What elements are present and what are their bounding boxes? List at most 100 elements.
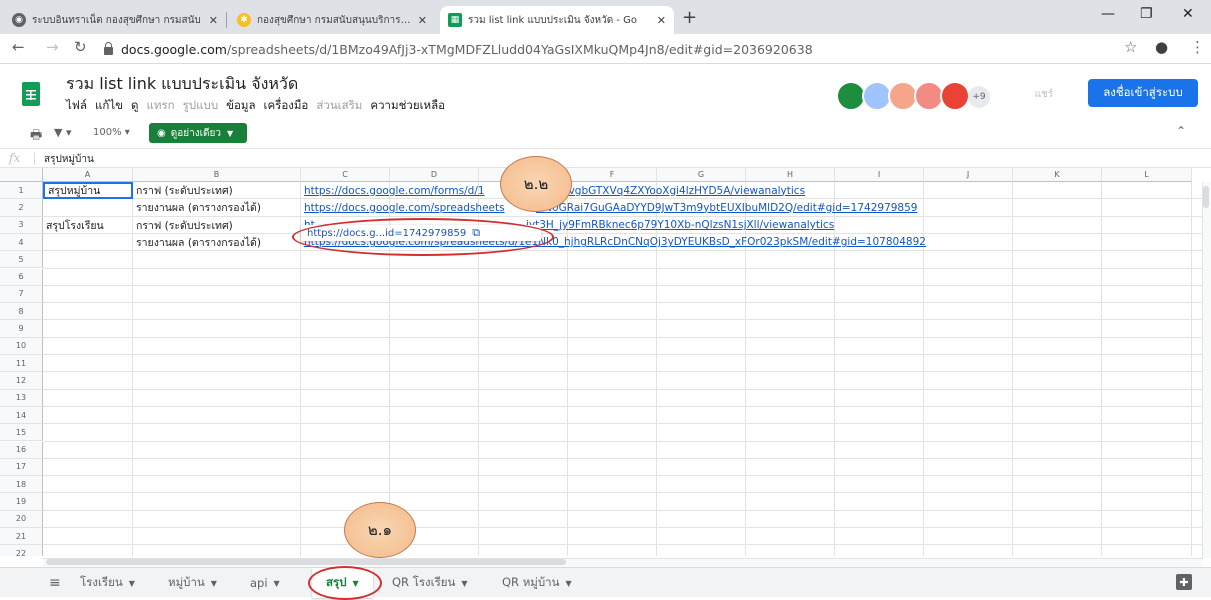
browser-tab-sheet[interactable]: ▦ รวม list link แบบประเมิน จังหวัด - Go … (440, 6, 674, 34)
sheet-tab[interactable]: หมู่บ้าน ▼ (168, 568, 217, 598)
sheet-tab[interactable]: QR หมู่บ้าน ▼ (502, 568, 572, 598)
sheets-logo-icon[interactable] (22, 82, 40, 106)
chevron-down-icon: ▼ (226, 128, 234, 138)
row-header[interactable]: 15 (0, 424, 43, 442)
close-tab-icon[interactable]: ✕ (657, 14, 666, 27)
row-header[interactable]: 21 (0, 528, 43, 546)
all-sheets-icon[interactable]: ≡ (49, 575, 61, 591)
column-header[interactable]: J (924, 168, 1013, 182)
menu-item[interactable]: ส่วนเสริม (316, 97, 362, 115)
menu-item[interactable]: แก้ไข (95, 97, 123, 115)
chevron-down-icon[interactable]: ▼ (211, 579, 217, 588)
column-header[interactable]: C (301, 168, 390, 182)
column-header[interactable]: H (746, 168, 835, 182)
chevron-down-icon[interactable]: ▼ (129, 579, 135, 588)
cell-a3[interactable]: สรุปโรงเรียน (43, 217, 104, 234)
document-title[interactable]: รวม list link แบบประเมิน จังหวัด (66, 72, 298, 97)
address-bar[interactable]: docs.google.com/spreadsheets/d/1BMzo49Af… (104, 38, 1104, 60)
row-header[interactable]: 17 (0, 458, 43, 477)
row-header[interactable]: 7 (0, 285, 43, 304)
row-header[interactable]: 2 (0, 199, 43, 217)
row-header[interactable]: 4 (0, 233, 43, 252)
column-header[interactable]: K (1013, 168, 1102, 182)
column-header[interactable]: B (133, 168, 301, 182)
cell-b1[interactable]: กราฟ (ระดับประเทศ) (133, 182, 233, 199)
cell-b2[interactable]: รายงานผล (ตารางกรองได้) (133, 199, 261, 216)
cell-b3[interactable]: กราฟ (ระดับประเทศ) (133, 217, 233, 234)
close-tab-icon[interactable]: ✕ (209, 14, 218, 27)
row-header[interactable]: 11 (0, 355, 43, 373)
column-header[interactable]: D (390, 168, 479, 182)
row-header[interactable]: 5 (0, 251, 43, 269)
cell-e2[interactable]: DN0GRai7GuGAaDYYD9JwT3m9ybtEUXIbuMlD2Q/e… (533, 199, 917, 216)
sign-in-button[interactable]: ลงชื่อเข้าสู่ระบบ (1088, 79, 1198, 107)
cell-e1[interactable]: UpFzqvgbGTXVq4ZXYooXgi4lzHYD5A/viewanaly… (533, 182, 805, 199)
menu-item[interactable]: รูปแบบ (183, 97, 219, 115)
explore-icon[interactable]: ✚ (1176, 574, 1192, 590)
menu-item[interactable]: ดู (131, 97, 138, 115)
row-header[interactable]: 1 (0, 182, 43, 200)
chevron-down-icon[interactable]: ▼ (274, 579, 280, 588)
vertical-scroll-thumb[interactable] (1203, 186, 1209, 208)
row-header[interactable]: 16 (0, 441, 43, 459)
filter-icon[interactable]: ▼ ▾ (54, 126, 71, 139)
sheet-tab[interactable]: api ▼ (250, 568, 280, 598)
cell-b4[interactable]: รายงานผล (ตารางกรองได้) (133, 234, 261, 251)
menu-item[interactable]: ความช่วยเหลือ (370, 97, 445, 115)
row-header[interactable]: 22 (0, 545, 43, 556)
bookmark-star-icon[interactable]: ☆ (1124, 38, 1137, 56)
back-icon[interactable]: ← (12, 38, 25, 56)
cell-c2[interactable]: https://docs.google.com/spreadsheets (301, 199, 505, 216)
share-button[interactable]: แชร์ (1016, 81, 1072, 107)
close-window-icon[interactable]: ✕ (1182, 6, 1194, 22)
restore-icon[interactable]: ❐ (1140, 6, 1153, 22)
row-header[interactable]: 19 (0, 493, 43, 511)
row-header[interactable]: 18 (0, 476, 43, 494)
viewer-avatar[interactable] (940, 81, 970, 111)
account-icon[interactable]: ● (1155, 38, 1168, 56)
browser-tab-health-dept[interactable]: ✱ กองสุขศึกษา กรมสนับสนุนบริการสุขภา ✕ (229, 6, 435, 34)
column-header[interactable]: G (657, 168, 746, 182)
row-header[interactable]: 12 (0, 372, 43, 390)
minimize-icon[interactable]: — (1101, 6, 1115, 22)
chevron-down-icon[interactable]: ▼ (565, 579, 571, 588)
vertical-scrollbar[interactable] (1202, 182, 1211, 558)
row-header[interactable]: 8 (0, 303, 43, 321)
forward-icon[interactable]: → (46, 38, 59, 56)
cell-a1[interactable]: สรุปหมู่บ้าน (43, 182, 133, 199)
column-header[interactable]: I (835, 168, 924, 182)
sheet-tab[interactable]: QR โรงเรียน ▼ (392, 568, 468, 598)
row-header[interactable]: 10 (0, 337, 43, 355)
browser-tab-intranet[interactable]: ◉ ระบบอินทราเน็ต กองสุขศึกษา กรมสนับ ✕ (4, 6, 226, 34)
print-icon[interactable]: 🖶 (30, 126, 42, 148)
row-header[interactable]: 20 (0, 510, 43, 528)
sheet-tab[interactable]: โรงเรียน ▼ (80, 568, 135, 598)
reload-icon[interactable]: ↻ (74, 38, 87, 56)
row-header[interactable]: 14 (0, 406, 43, 425)
cell-e3[interactable]: iyt3H_jy9FmRBknec6p79Y10Xb-nQlzsN1sjXll/… (523, 217, 834, 234)
menu-item[interactable]: ไฟล์ (66, 97, 87, 115)
more-viewers-badge[interactable]: +9 (968, 86, 990, 108)
cell-c1[interactable]: https://docs.google.com/forms/d/1 (301, 182, 485, 199)
select-all-corner[interactable] (0, 168, 43, 182)
column-header[interactable]: A (43, 168, 133, 182)
column-header[interactable]: F (568, 168, 657, 182)
menu-item[interactable]: แทรก (146, 97, 174, 115)
row-header[interactable]: 6 (0, 268, 43, 286)
horizontal-scroll-thumb[interactable] (46, 559, 566, 565)
menu-item[interactable]: เครื่องมือ (264, 97, 309, 115)
close-tab-icon[interactable]: ✕ (418, 14, 427, 27)
row-header[interactable]: 3 (0, 216, 43, 234)
row-header[interactable]: 9 (0, 320, 43, 338)
formula-input[interactable]: สรุปหมู่บ้าน (44, 152, 94, 167)
column-header[interactable]: L (1102, 168, 1192, 182)
chevron-up-icon[interactable]: ⌃ (1176, 124, 1186, 138)
chevron-down-icon[interactable]: ▼ (461, 579, 467, 588)
menu-item[interactable]: ข้อมูล (226, 97, 255, 115)
spreadsheet-grid[interactable]: ABCDEFGHIJKL1234567891011121314151617181… (0, 168, 1202, 556)
view-only-button[interactable]: ◉ ดูอย่างเดียว ▼ (149, 123, 247, 143)
zoom-select[interactable]: 100% ▾ (93, 127, 130, 138)
new-tab-button[interactable]: + (682, 9, 697, 27)
row-header[interactable]: 13 (0, 389, 43, 407)
browser-menu-icon[interactable]: ⋮ (1190, 38, 1205, 56)
